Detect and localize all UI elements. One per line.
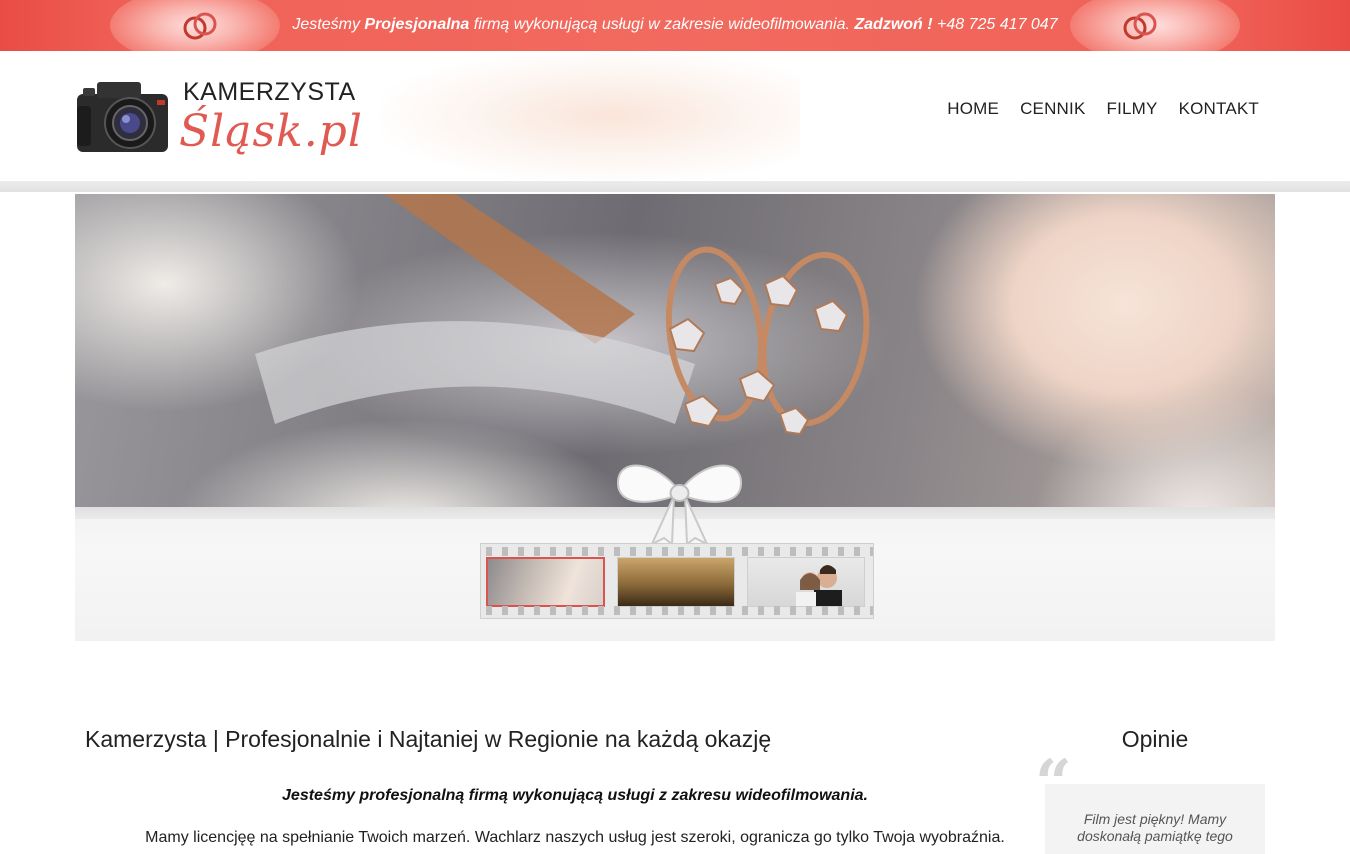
logo-text: KAMERZYSTA xyxy=(183,78,356,106)
site-header: KAMERZYSTA Śląsk.pl HOME CENNIK FILMY KO… xyxy=(0,51,1350,181)
main-nav: HOME CENNIK FILMY KONTAKT xyxy=(947,99,1259,119)
tagline-emphasis: Projesjonalna xyxy=(364,16,470,33)
testimonial-card: Film jest piękny! Mamy doskonałą pamiątk… xyxy=(1045,784,1265,854)
testimonials-title: Opinie xyxy=(1121,726,1189,752)
logo-script-text: Śląsk.pl xyxy=(179,106,363,157)
bow-icon xyxy=(616,464,743,546)
film-perforation xyxy=(481,606,873,615)
phone-number[interactable]: +48 725 417 047 xyxy=(933,16,1058,33)
call-label: Zadzwoń ! xyxy=(854,16,933,33)
lead-text: Jesteśmy profesjonalną firmą wykonującą … xyxy=(282,787,868,804)
testimonial-text: Film jest piękny! Mamy doskonałą pamiątk… xyxy=(1077,811,1233,844)
thumbnail-couple[interactable] xyxy=(747,557,865,607)
top-bar: Jesteśmy Projesjonalna firmą wykonującą … xyxy=(0,0,1350,51)
thumbnail-wedding-guests[interactable] xyxy=(617,557,735,607)
nav-home[interactable]: HOME xyxy=(947,99,999,119)
page-title: Kamerzysta | Profesjonalnie i Najtaniej … xyxy=(85,726,772,752)
tagline-text: firmą wykonującą usługi w zakresie wideo… xyxy=(469,16,855,33)
couple-photo xyxy=(796,565,842,606)
nav-filmy[interactable]: FILMY xyxy=(1107,99,1158,119)
header-divider xyxy=(0,181,1350,192)
site-logo[interactable]: KAMERZYSTA Śląsk.pl xyxy=(75,76,365,166)
tagline-text: Jesteśmy xyxy=(292,16,365,33)
camera-icon xyxy=(77,82,168,152)
tagline: Jesteśmy Projesjonalna firmą wykonującą … xyxy=(0,15,1350,35)
body-text: Mamy licencjęę na spełnianie Twoich marz… xyxy=(145,829,1005,846)
thumbnail-film-strip xyxy=(480,543,874,619)
thumbnail-rings[interactable] xyxy=(486,557,605,607)
flowers-decoration xyxy=(380,51,800,181)
nav-kontakt[interactable]: KONTAKT xyxy=(1179,99,1259,119)
nav-cennik[interactable]: CENNIK xyxy=(1020,99,1085,119)
film-perforation xyxy=(481,547,873,556)
